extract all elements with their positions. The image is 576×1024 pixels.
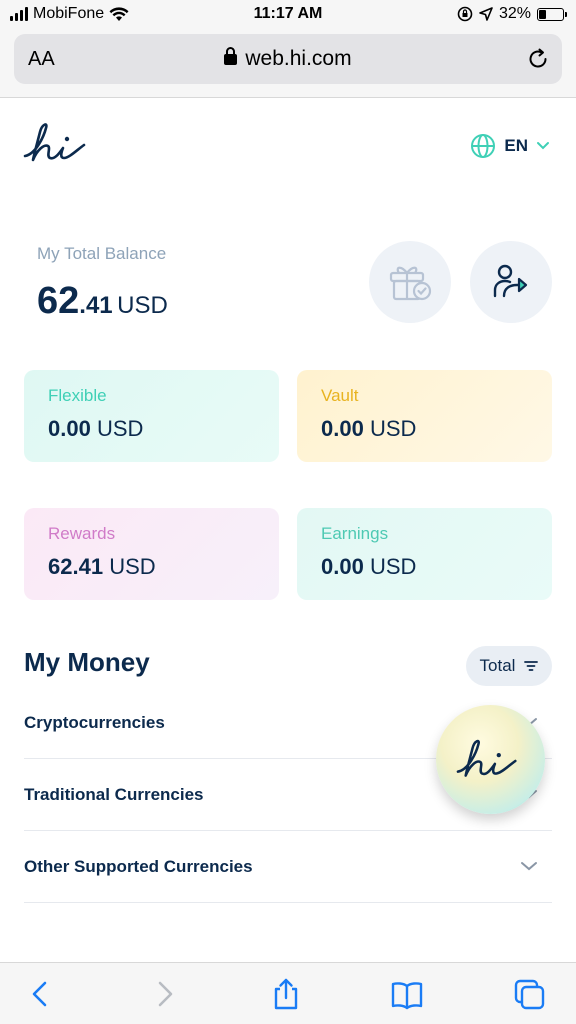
url-field[interactable]: web.hi.com (14, 47, 562, 71)
hi-logo[interactable] (22, 122, 96, 166)
gift-button[interactable] (369, 241, 451, 323)
chevron-down-icon (521, 862, 537, 871)
vault-amount-line: 0.00 USD (321, 416, 528, 442)
filter-icon (524, 661, 539, 671)
section-label: Traditional Currencies (24, 785, 204, 804)
gift-icon (389, 266, 432, 301)
lock-icon (224, 47, 238, 65)
vault-card[interactable]: Vault 0.00 USD (297, 370, 552, 462)
refer-button[interactable] (470, 241, 552, 323)
flexible-card[interactable]: Flexible 0.00 USD (24, 370, 279, 462)
vault-label: Vault (321, 386, 359, 405)
section-label: Cryptocurrencies (24, 713, 165, 732)
language-selector[interactable]: EN (470, 133, 550, 159)
status-bar: MobiFone 11:17 AM 32% (0, 0, 576, 30)
language-label: EN (504, 136, 528, 155)
hi-logo-icon (456, 739, 517, 777)
tabs-icon[interactable] (512, 977, 546, 1011)
section-other-supported-currencies[interactable]: Other Supported Currencies (24, 831, 552, 903)
battery-icon (537, 7, 567, 21)
globe-icon (471, 134, 496, 158)
forward-icon[interactable] (148, 977, 182, 1011)
url-text: web.hi.com (245, 47, 352, 70)
earnings-label: Earnings (321, 524, 389, 543)
hi-chat-button[interactable] (436, 705, 545, 814)
balance-label: My Total Balance (37, 244, 167, 263)
battery-percent: 32% (498, 5, 531, 22)
rewards-amount-line: 62.41 USD (48, 554, 255, 580)
orientation-lock-icon (457, 6, 473, 22)
total-filter-button[interactable]: Total (466, 646, 552, 686)
flexible-label: Flexible (48, 386, 107, 405)
vault-currency: USD (369, 416, 417, 441)
reload-icon[interactable] (526, 47, 550, 71)
balance-currency: USD (117, 292, 168, 319)
total-filter-label: Total (479, 656, 516, 675)
browser-toolbar (0, 962, 576, 1024)
vault-amount: 0.00 (321, 416, 364, 441)
balance-decimal: .41 (79, 292, 113, 319)
share-user-icon (493, 264, 528, 298)
bookmarks-icon[interactable] (390, 977, 424, 1011)
earnings-card[interactable]: Earnings 0.00 USD (297, 508, 552, 600)
browser-address-area: AA web.hi.com (0, 30, 576, 98)
flexible-amount: 0.00 (48, 416, 91, 441)
my-money-title: My Money (24, 647, 150, 677)
earnings-amount: 0.00 (321, 554, 364, 579)
rewards-label: Rewards (48, 524, 116, 543)
flexible-amount-line: 0.00 USD (48, 416, 255, 442)
status-right: 32% (457, 5, 567, 23)
rewards-card[interactable]: Rewards 62.41 USD (24, 508, 279, 600)
share-icon[interactable] (269, 977, 303, 1011)
rewards-currency: USD (109, 554, 156, 579)
address-bar[interactable]: AA web.hi.com (14, 34, 562, 84)
earnings-currency: USD (369, 554, 417, 579)
balance-integer: 62 (37, 280, 80, 322)
back-icon[interactable] (23, 977, 57, 1011)
chevron-down-icon (537, 142, 549, 150)
section-label: Other Supported Currencies (24, 857, 253, 876)
balance-value: 62.41 USD (37, 280, 168, 323)
flexible-currency: USD (96, 416, 144, 441)
earnings-amount-line: 0.00 USD (321, 554, 528, 580)
rewards-amount: 62.41 (48, 554, 104, 579)
battery-level (539, 9, 547, 19)
location-icon (479, 7, 493, 21)
